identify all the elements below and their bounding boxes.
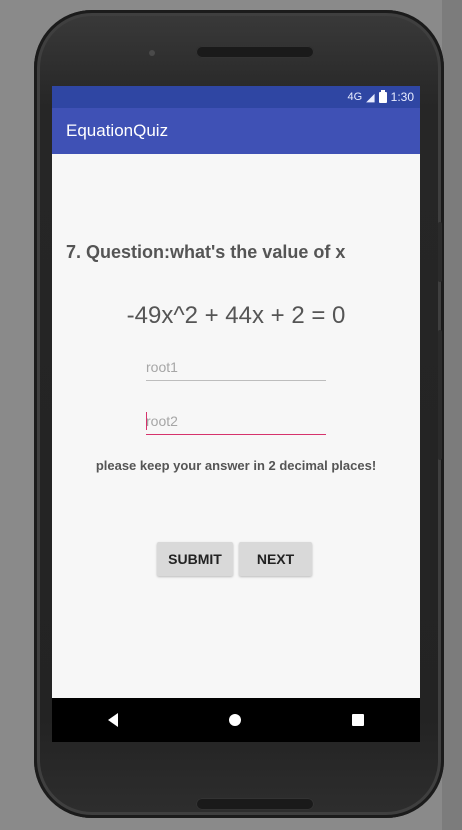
back-icon[interactable]	[107, 713, 118, 727]
status-bar: 4G ◢ 1:30	[52, 86, 420, 108]
root2-input[interactable]	[146, 408, 326, 435]
app-bar: EquationQuiz	[52, 108, 420, 154]
text-cursor	[146, 412, 147, 430]
background-right	[442, 0, 462, 830]
top-speaker	[196, 46, 314, 58]
root1-input[interactable]	[146, 354, 326, 381]
navigation-bar	[52, 698, 420, 742]
app-title: EquationQuiz	[66, 121, 169, 140]
signal-icon: ◢	[366, 91, 375, 104]
bottom-speaker	[196, 798, 314, 810]
recent-apps-icon[interactable]	[352, 714, 365, 726]
quiz-content: 7. Question:what's the value of x -49x^2…	[52, 154, 420, 698]
network-icon: 4G	[347, 91, 363, 103]
status-time: 1:30	[390, 90, 414, 104]
volume-button	[438, 222, 442, 282]
front-camera	[149, 50, 155, 56]
power-button	[438, 330, 442, 460]
submit-button[interactable]: SUBMIT	[157, 542, 233, 576]
next-button[interactable]: NEXT	[239, 542, 312, 576]
home-icon[interactable]	[228, 714, 241, 726]
battery-icon	[378, 89, 387, 103]
phone-screen: 4G ◢ 1:30 EquationQuiz 7. Question:what'…	[52, 86, 420, 742]
decimal-hint: please keep your answer in 2 decimal pla…	[95, 458, 377, 473]
question-text: 7. Question:what's the value of x	[66, 242, 346, 262]
equation-text: -49x^2 + 44x + 2 = 0	[126, 302, 346, 329]
